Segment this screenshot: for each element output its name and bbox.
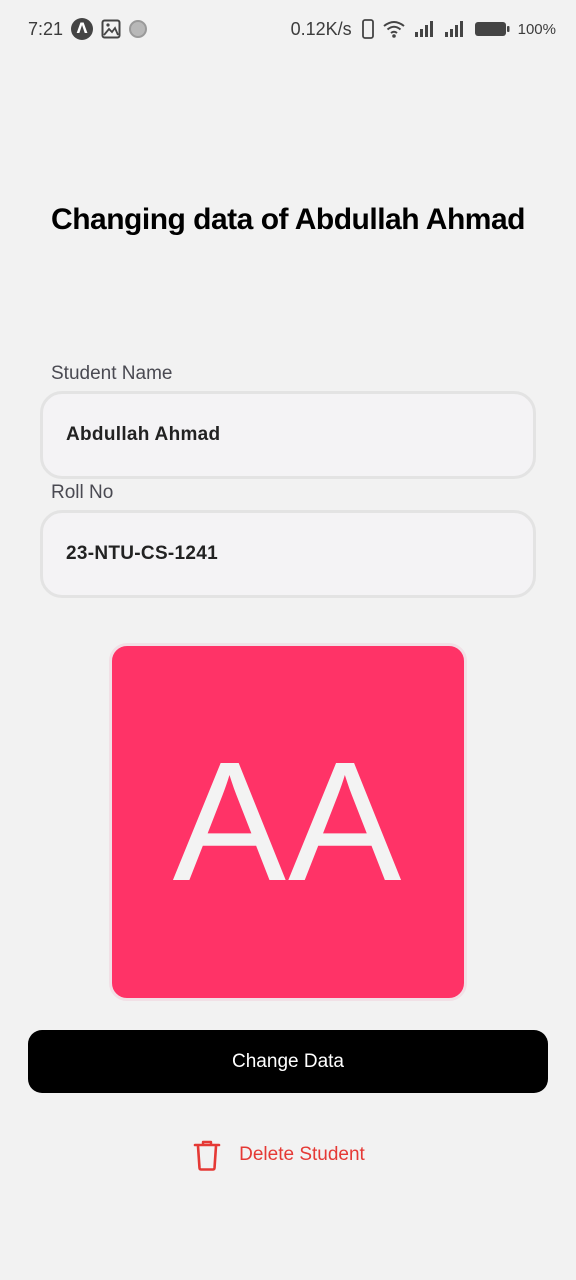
signal-icon-1 bbox=[414, 20, 436, 38]
clock: 7:21 bbox=[28, 18, 64, 39]
status-left: 7:21 Λ bbox=[28, 18, 148, 40]
roll-no-field[interactable]: 23-NTU-CS-1241 bbox=[40, 510, 536, 598]
status-bar: 7:21 Λ 0.12K/s 100% bbox=[0, 0, 576, 58]
battery-percent: 100% bbox=[517, 20, 556, 38]
app-notification-icon: Λ bbox=[71, 18, 94, 40]
student-name-field[interactable]: Abdullah Ahmad bbox=[40, 391, 536, 479]
roll-no-label: Roll No bbox=[51, 482, 114, 503]
change-data-button[interactable]: Change Data bbox=[28, 1030, 548, 1093]
battery-icon bbox=[474, 20, 510, 38]
avatar-initials: AA bbox=[172, 727, 404, 917]
student-name-label: Student Name bbox=[51, 363, 173, 384]
sync-dot-icon bbox=[129, 20, 148, 38]
phone-icon bbox=[361, 19, 374, 39]
gallery-icon bbox=[101, 19, 121, 39]
signal-icon-2 bbox=[444, 20, 466, 38]
student-name-value: Abdullah Ahmad bbox=[66, 424, 221, 445]
page-title: Changing data of Abdullah Ahmad bbox=[51, 203, 525, 236]
student-avatar[interactable]: AA bbox=[109, 643, 467, 1001]
network-speed: 0.12K/s bbox=[290, 18, 352, 39]
trash-icon bbox=[193, 1139, 221, 1171]
roll-no-value: 23-NTU-CS-1241 bbox=[66, 543, 219, 564]
status-right: 0.12K/s 100% bbox=[291, 19, 556, 40]
wifi-icon bbox=[382, 19, 406, 39]
delete-student-button[interactable]: Delete Student bbox=[0, 1136, 576, 1174]
delete-student-label: Delete Student bbox=[239, 1144, 365, 1165]
change-data-label: Change Data bbox=[232, 1050, 344, 1072]
